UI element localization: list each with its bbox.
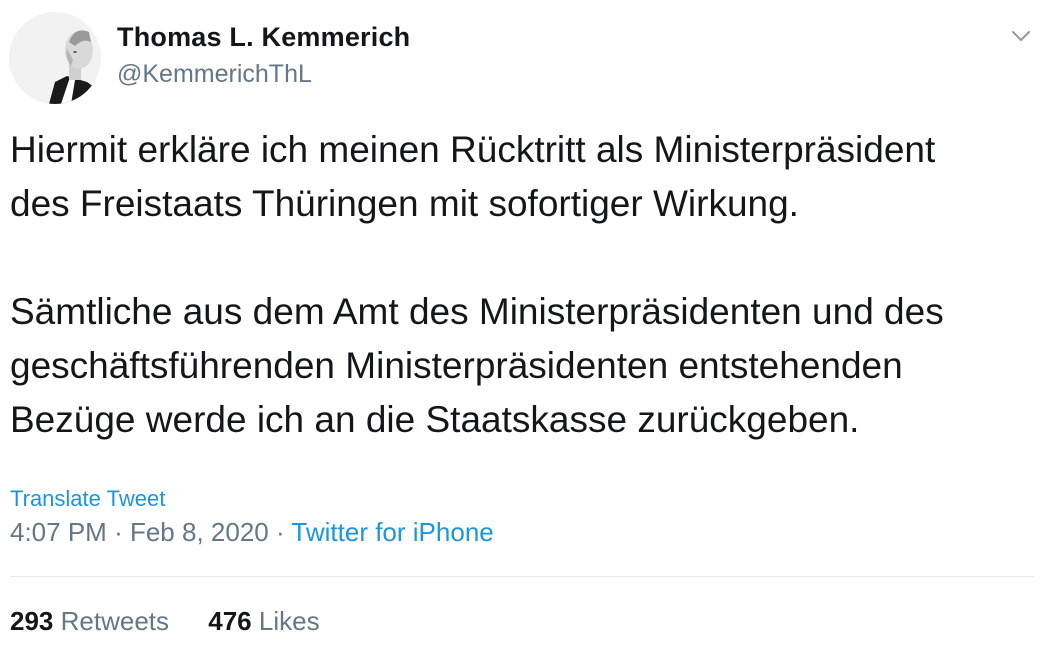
display-name[interactable]: Thomas L. Kemmerich [117, 22, 410, 53]
translate-tweet-link[interactable]: Translate Tweet [10, 486, 165, 512]
tweet-source-link[interactable]: Twitter for iPhone [291, 517, 493, 547]
tweet-card: Thomas L. Kemmerich @KemmerichThL Hiermi… [0, 0, 1050, 658]
tweet-line: Bezüge werde ich an die Staatskasse zurü… [10, 399, 860, 440]
tweet-line: geschäftsführenden Ministerpräsidenten e… [10, 345, 903, 386]
divider [10, 576, 1034, 577]
avatar[interactable] [9, 12, 101, 104]
tweet-paragraph: Sämtliche aus dem Amt des Ministerpräsid… [10, 285, 1040, 447]
meta-separator: · [275, 517, 285, 547]
tweet-line: Hiermit erkläre ich meinen Rücktritt als… [10, 129, 936, 170]
avatar-photo-icon [9, 12, 101, 104]
likes-count: 476 [208, 606, 252, 636]
tweet-time[interactable]: 4:07 PM [10, 517, 107, 547]
meta-separator: · [114, 517, 123, 547]
tweet-date[interactable]: Feb 8, 2020 [130, 517, 269, 547]
tweet-line: des Freistaats Thüringen mit sofortiger … [10, 183, 799, 224]
likes-label: Likes [258, 606, 320, 636]
tweet-stats: 293 Retweets 476 Likes [10, 606, 320, 637]
tweet-text: Hiermit erkläre ich meinen Rücktritt als… [10, 123, 1040, 447]
user-handle[interactable]: @KemmerichThL [117, 60, 312, 89]
chevron-down-icon [1012, 31, 1030, 41]
tweet-menu-button[interactable] [1006, 24, 1036, 48]
retweets-label: Retweets [60, 606, 170, 636]
likes-stat[interactable]: 476 Likes [208, 606, 319, 637]
tweet-paragraph: Hiermit erkläre ich meinen Rücktritt als… [10, 123, 1040, 231]
tweet-line: Sämtliche aus dem Amt des Ministerpräsid… [10, 291, 944, 332]
tweet-meta: 4:07 PM · Feb 8, 2020 · Twitter for iPho… [10, 517, 494, 548]
retweets-count: 293 [10, 606, 54, 636]
retweets-stat[interactable]: 293 Retweets [10, 606, 169, 637]
